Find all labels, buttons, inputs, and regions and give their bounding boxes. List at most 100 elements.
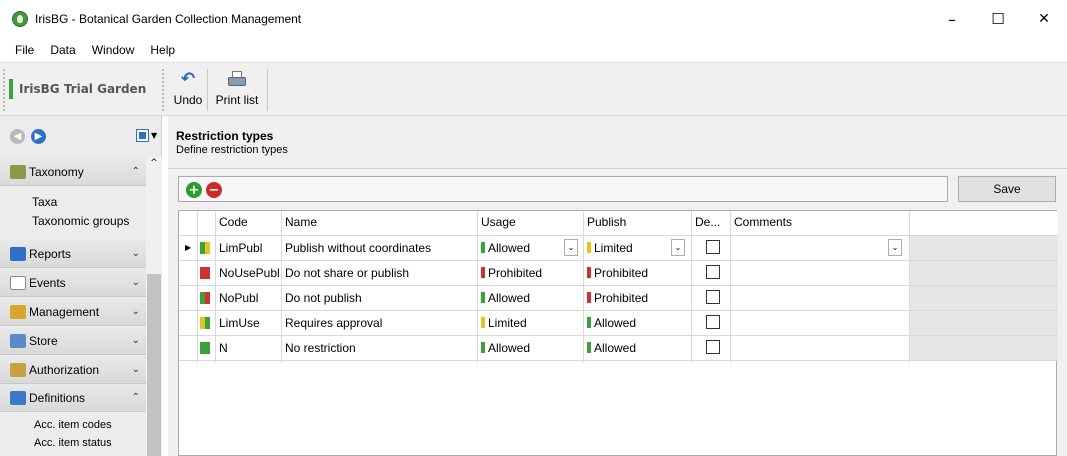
- events-icon: [10, 275, 26, 290]
- cell-publish[interactable]: Allowed: [587, 341, 636, 355]
- cell-name[interactable]: Publish without coordinates: [285, 241, 431, 255]
- cell-name[interactable]: Requires approval: [285, 316, 382, 330]
- description-checkbox[interactable]: [706, 340, 720, 354]
- chevron-up-icon: ⌃: [131, 166, 140, 177]
- publish-color: [205, 292, 210, 304]
- cell-usage[interactable]: Limited: [481, 316, 527, 330]
- row-filler: [909, 311, 1058, 335]
- chevron-down-icon: ⌄: [131, 335, 140, 346]
- table-row[interactable]: NoUsePubl Do not share or publish Prohib…: [179, 261, 1058, 286]
- undo-icon: ↶: [180, 69, 196, 89]
- cell-usage[interactable]: Allowed: [481, 291, 530, 305]
- table-row[interactable]: N No restriction Allowed Allowed: [179, 336, 1058, 361]
- current-row-indicator-icon: ▶: [185, 243, 192, 252]
- cell-publish[interactable]: Allowed: [587, 316, 636, 330]
- cell-usage[interactable]: Allowed: [481, 241, 530, 255]
- menu-window[interactable]: Window: [84, 43, 143, 57]
- sidebar-group-events[interactable]: Events ⌄: [0, 269, 146, 297]
- scrollbar-thumb[interactable]: [147, 274, 161, 456]
- forward-arrow-icon[interactable]: ▶: [31, 128, 46, 144]
- scroll-up-icon[interactable]: ^: [146, 158, 162, 168]
- sidebar-item-taxa[interactable]: Taxa: [32, 195, 57, 209]
- cell-name[interactable]: No restriction: [285, 341, 356, 355]
- print-list-button[interactable]: Print list: [211, 69, 263, 113]
- publish-dropdown-button[interactable]: ⌄: [671, 239, 685, 256]
- cell-publish[interactable]: Prohibited: [587, 291, 648, 305]
- toolbar-divider: [267, 69, 268, 111]
- cell-code[interactable]: NoUsePubl: [219, 266, 280, 280]
- chevron-up-icon: ⌃: [131, 392, 140, 403]
- publish-value: Allowed: [594, 316, 637, 330]
- delete-record-button[interactable]: −: [206, 182, 222, 198]
- main-content: Restriction types Define restriction typ…: [168, 116, 1067, 456]
- sidebar-group-reports[interactable]: Reports ⌄: [0, 240, 146, 268]
- maximize-button[interactable]: ☐: [975, 0, 1021, 38]
- sidebar-group-authorization[interactable]: Authorization ⌄: [0, 356, 146, 384]
- sidebar-scrollbar[interactable]: ^: [146, 156, 162, 456]
- usage-dropdown-button[interactable]: ⌄: [564, 239, 578, 256]
- undo-button[interactable]: ↶ Undo: [171, 69, 205, 113]
- panel-layout-icon[interactable]: [136, 129, 149, 142]
- back-arrow-icon[interactable]: ◀: [10, 128, 25, 144]
- description-checkbox[interactable]: [706, 290, 720, 304]
- cell-code[interactable]: LimUse: [219, 316, 260, 330]
- menu-help[interactable]: Help: [142, 43, 183, 57]
- add-record-button[interactable]: +: [186, 182, 202, 198]
- menu-data[interactable]: Data: [42, 43, 83, 57]
- sidebar-group-label: Authorization: [29, 362, 100, 377]
- reports-icon: [10, 246, 26, 261]
- cell-code[interactable]: LimPubl: [219, 241, 262, 255]
- status-color-bar: [200, 242, 210, 254]
- column-header-usage[interactable]: Usage: [481, 215, 516, 229]
- cell-publish[interactable]: Prohibited: [587, 266, 648, 280]
- status-color-bar: [200, 292, 210, 304]
- toolbar-divider: [207, 69, 208, 111]
- usage-value: Allowed: [488, 291, 531, 305]
- description-checkbox[interactable]: [706, 315, 720, 329]
- sidebar-group-taxonomy[interactable]: Taxonomy ⌃: [0, 158, 146, 186]
- cell-usage[interactable]: Prohibited: [481, 266, 542, 280]
- save-button[interactable]: Save: [958, 176, 1056, 202]
- cell-name[interactable]: Do not publish: [285, 291, 362, 305]
- table-row[interactable]: NoPubl Do not publish Allowed Prohibited: [179, 286, 1058, 311]
- printer-icon: [228, 71, 246, 87]
- description-checkbox[interactable]: [706, 265, 720, 279]
- close-button[interactable]: ✕: [1021, 0, 1067, 38]
- publish-color: [205, 242, 210, 254]
- grid-header-row: Code Name Usage Publish De... Comments: [179, 211, 1058, 236]
- toolbar-separator: [162, 69, 164, 111]
- sidebar-group-label: Definitions: [29, 390, 86, 405]
- description-checkbox[interactable]: [706, 240, 720, 254]
- cell-usage[interactable]: Allowed: [481, 341, 530, 355]
- chevron-down-icon: ⌄: [131, 277, 140, 288]
- cell-code[interactable]: N: [219, 341, 228, 355]
- column-header-publish[interactable]: Publish: [587, 215, 626, 229]
- sidebar-item-acc-item-status[interactable]: Acc. item status: [34, 437, 112, 449]
- garden-label: IrisBG Trial Garden: [19, 82, 147, 96]
- table-row[interactable]: ▶ LimPubl Publish without coordinates Al…: [179, 236, 1058, 261]
- sidebar-item-acc-item-codes[interactable]: Acc. item codes: [34, 419, 112, 431]
- cell-code[interactable]: NoPubl: [219, 291, 258, 305]
- sidebar-group-management[interactable]: Management ⌄: [0, 298, 146, 326]
- page-title: Restriction types: [176, 129, 274, 143]
- column-header-name[interactable]: Name: [285, 215, 317, 229]
- sidebar-group-store[interactable]: Store ⌄: [0, 327, 146, 355]
- comments-dropdown-button[interactable]: ⌄: [888, 239, 902, 256]
- sidebar-item-taxonomic-groups[interactable]: Taxonomic groups: [32, 214, 129, 228]
- minimize-button[interactable]: –: [929, 0, 975, 38]
- app-icon: [12, 11, 28, 27]
- status-color-bar: [200, 267, 210, 279]
- garden-selector[interactable]: IrisBG Trial Garden: [9, 77, 146, 101]
- chevron-down-icon[interactable]: ▼: [151, 131, 157, 140]
- column-header-code[interactable]: Code: [219, 215, 248, 229]
- column-header-comments[interactable]: Comments: [734, 215, 792, 229]
- table-row[interactable]: LimUse Requires approval Limited Allowed: [179, 311, 1058, 336]
- cell-name[interactable]: Do not share or publish: [285, 266, 409, 280]
- title-bar: IrisBG - Botanical Garden Collection Man…: [0, 0, 1067, 38]
- navigation-sidebar: ◀ ▶ ▼ Taxonomy ⌃ Taxa Taxonomic groups R…: [0, 116, 162, 456]
- sidebar-group-definitions[interactable]: Definitions ⌃: [0, 384, 146, 412]
- row-filler: [909, 261, 1058, 285]
- column-header-description[interactable]: De...: [695, 215, 720, 229]
- menu-file[interactable]: File: [7, 43, 42, 57]
- cell-publish[interactable]: Limited: [587, 241, 633, 255]
